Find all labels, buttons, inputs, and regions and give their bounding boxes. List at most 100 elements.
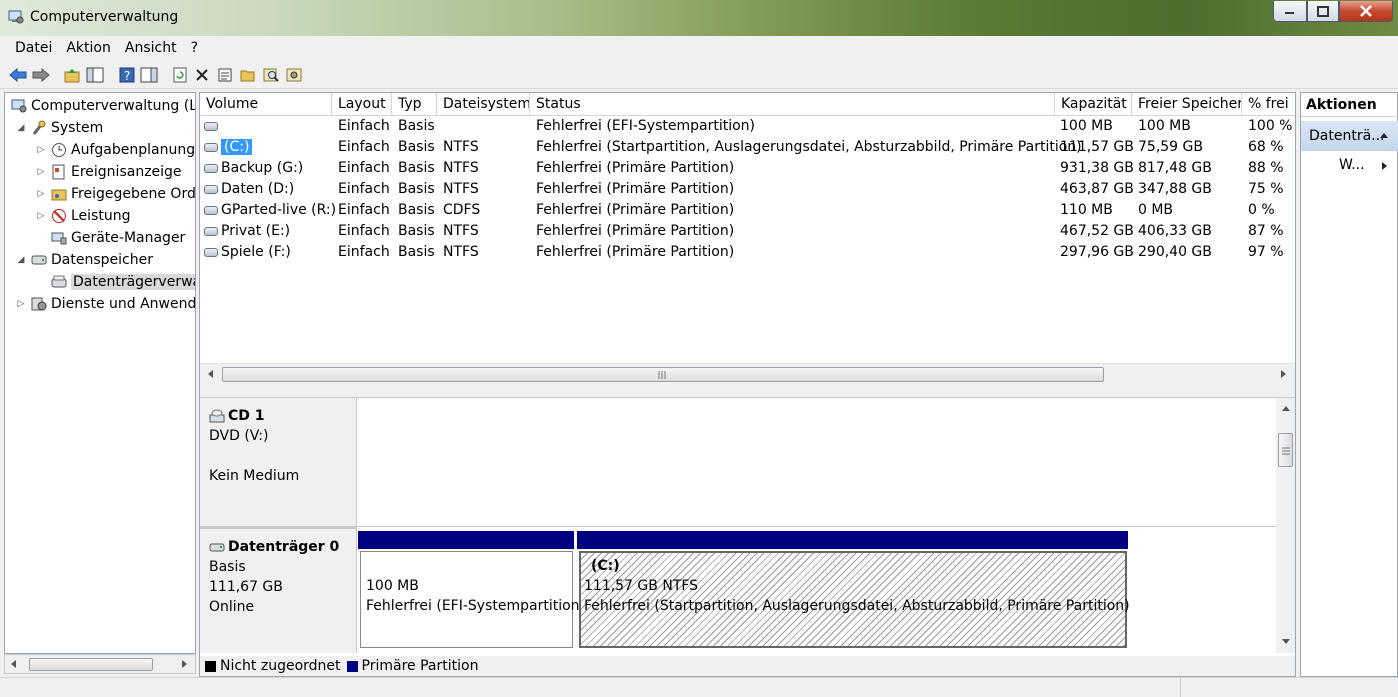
tree-item[interactable]: ◢ System bbox=[15, 117, 104, 139]
help-button[interactable]: ? bbox=[117, 65, 137, 85]
event-viewer-icon bbox=[52, 164, 65, 180]
chevron-up-icon[interactable] bbox=[1379, 132, 1389, 139]
cell-layout: Einfach bbox=[338, 244, 390, 260]
show-action-pane-button[interactable] bbox=[139, 65, 159, 85]
col-volume[interactable]: Volume bbox=[200, 93, 332, 116]
menu-aktion[interactable]: Aktion bbox=[59, 36, 118, 61]
collapsed-arrow-icon[interactable]: ▷ bbox=[35, 145, 47, 155]
col-kapazitaet[interactable]: Kapazität bbox=[1055, 93, 1132, 116]
tree-item[interactable]: ▷ Freigegebene Ordner bbox=[35, 183, 195, 205]
disk-scroll-thumb[interactable] bbox=[1278, 433, 1293, 467]
actions-title: Aktionen bbox=[1301, 93, 1398, 117]
scroll-left-icon[interactable] bbox=[206, 369, 214, 379]
tree-horizontal-scrollbar[interactable] bbox=[4, 654, 196, 674]
back-button[interactable] bbox=[8, 65, 28, 85]
disk-vertical-scrollbar[interactable] bbox=[1276, 398, 1295, 653]
col-prozent-frei[interactable]: % frei bbox=[1242, 93, 1295, 116]
close-button[interactable] bbox=[1339, 1, 1393, 22]
tree-item[interactable]: ▷ Ereignisanzeige bbox=[35, 161, 182, 183]
collapsed-arrow-icon[interactable]: ▷ bbox=[15, 299, 27, 309]
cell-typ: Basis bbox=[398, 118, 435, 134]
scroll-up-icon[interactable] bbox=[1281, 404, 1291, 412]
hard-disk-icon bbox=[209, 543, 225, 552]
cell-status: Fehlerfrei (Startpartition, Auslagerungs… bbox=[536, 139, 1082, 155]
col-typ[interactable]: Typ bbox=[392, 93, 437, 116]
menu-help[interactable]: ? bbox=[184, 36, 205, 61]
scroll-right-icon[interactable] bbox=[181, 659, 189, 669]
tree-item[interactable]: Computerverwaltung (Lokal) bbox=[7, 95, 195, 117]
tree-item[interactable]: ▷ Leistung bbox=[35, 205, 131, 227]
table-row[interactable]: Einfach Basis Fehlerfrei (EFI-Systempartit… bbox=[200, 117, 1295, 138]
console-tree: Computerverwaltung (Lokal) ◢ System ▷ Aufgab… bbox=[4, 92, 196, 654]
volume-name: Daten (D:) bbox=[221, 181, 295, 197]
cell-volume: Spiele (F:) bbox=[204, 244, 291, 260]
col-layout[interactable]: Layout bbox=[332, 93, 392, 116]
maximize-button[interactable] bbox=[1307, 1, 1339, 22]
search-button[interactable] bbox=[261, 65, 281, 85]
menu-datei[interactable]: Datei bbox=[8, 36, 59, 61]
delete-button[interactable] bbox=[192, 65, 212, 85]
legend-swatch-primary bbox=[346, 660, 358, 672]
folder-up-icon bbox=[64, 69, 80, 83]
collapsed-arrow-icon[interactable]: ▷ bbox=[35, 189, 47, 199]
refresh-button[interactable] bbox=[170, 65, 190, 85]
table-row[interactable]: Backup (G:) Einfach Basis NTFS Fehlerfrei (P… bbox=[200, 159, 1295, 180]
col-freier-speicher[interactable]: Freier Speicher bbox=[1132, 93, 1242, 116]
minimize-button[interactable] bbox=[1273, 1, 1307, 22]
tree-item-label: Dienste und Anwendungen bbox=[51, 296, 196, 312]
scroll-right-icon[interactable] bbox=[1280, 369, 1288, 379]
forward-button[interactable] bbox=[31, 65, 51, 85]
cell-typ: Basis bbox=[398, 244, 435, 260]
partition-efi[interactable]: 100 MB Fehlerfrei (EFI-Systempartition) bbox=[360, 551, 585, 648]
volume-name: (C:) bbox=[221, 139, 253, 155]
tree-item[interactable]: Geräte-Manager bbox=[35, 227, 185, 249]
tree-item[interactable]: Datenträgerverwaltung bbox=[35, 271, 195, 293]
settings-button[interactable] bbox=[284, 65, 304, 85]
table-row[interactable]: (C:) Einfach Basis NTFS Fehlerfrei (Startpar… bbox=[200, 138, 1295, 159]
scroll-down-icon[interactable] bbox=[1281, 638, 1291, 646]
cell-fs: NTFS bbox=[443, 223, 479, 239]
cell-cap: 297,96 GB bbox=[1060, 244, 1134, 260]
col-status[interactable]: Status bbox=[530, 93, 1055, 116]
properties-button[interactable] bbox=[215, 65, 235, 85]
disk-title: CD 1 bbox=[228, 408, 265, 424]
cell-status: Fehlerfrei (Primäre Partition) bbox=[536, 160, 735, 176]
table-row[interactable]: GParted-live (R:) Einfach Basis CDFS Fehlerf… bbox=[200, 201, 1295, 222]
pane-splitter[interactable] bbox=[200, 383, 1295, 398]
actions-group-header[interactable]: Datenträ... bbox=[1301, 121, 1398, 151]
cell-status: Fehlerfrei (Primäre Partition) bbox=[536, 181, 735, 197]
show-tree-button[interactable] bbox=[85, 65, 105, 85]
minimize-icon bbox=[1285, 12, 1294, 14]
expanded-arrow-icon[interactable]: ◢ bbox=[15, 255, 27, 265]
expanded-arrow-icon[interactable]: ◢ bbox=[15, 123, 27, 133]
cd1-empty-area[interactable] bbox=[358, 398, 1276, 526]
cell-free: 290,40 GB bbox=[1138, 244, 1212, 260]
tree-item[interactable]: ▷ Dienste und Anwendungen bbox=[15, 293, 196, 315]
disk-info-cd1[interactable]: CD 1 DVD (V:) Kein Medium bbox=[200, 398, 357, 526]
open-button[interactable] bbox=[238, 65, 258, 85]
partition-status: Fehlerfrei (Startpartition, Auslagerungs… bbox=[584, 598, 1130, 614]
volume-name: Backup (G:) bbox=[221, 160, 304, 176]
table-row[interactable]: Daten (D:) Einfach Basis NTFS Fehlerfrei (Pr… bbox=[200, 180, 1295, 201]
collapsed-arrow-icon[interactable]: ▷ bbox=[35, 167, 47, 177]
col-dateisystem[interactable]: Dateisystem bbox=[437, 93, 530, 116]
table-row[interactable]: Privat (E:) Einfach Basis NTFS Fehlerfrei (P… bbox=[200, 222, 1295, 243]
collapsed-arrow-icon[interactable]: ▷ bbox=[35, 211, 47, 221]
menu-ansicht[interactable]: Ansicht bbox=[118, 36, 184, 61]
scroll-left-icon[interactable] bbox=[9, 659, 17, 669]
table-row[interactable]: Spiele (F:) Einfach Basis NTFS Fehlerfrei (P… bbox=[200, 243, 1295, 264]
partition-efi-header bbox=[358, 531, 574, 549]
volume-name: GParted-live (R:) bbox=[221, 202, 337, 218]
tree-item[interactable]: ◢ Datenspeicher bbox=[15, 249, 153, 271]
actions-item-label: W... bbox=[1339, 157, 1365, 173]
disk-info-disk0[interactable]: Datenträger 0 Basis 111,67 GB Online bbox=[200, 527, 357, 653]
tree-item[interactable]: ▷ Aufgabenplanung bbox=[35, 139, 195, 161]
cell-pct: 100 % bbox=[1248, 118, 1293, 134]
actions-more-item[interactable]: W... bbox=[1301, 155, 1398, 177]
partition-c[interactable]: (C:) 111,57 GB NTFS Fehlerfrei (Startpar… bbox=[579, 551, 1130, 648]
up-level-button[interactable] bbox=[62, 65, 82, 85]
table-scroll-thumb[interactable] bbox=[222, 367, 1104, 382]
menu-bar: Datei Aktion Ansicht ? bbox=[0, 36, 1398, 61]
tree-scroll-thumb[interactable] bbox=[29, 658, 153, 671]
table-horizontal-scrollbar[interactable] bbox=[200, 363, 1295, 383]
